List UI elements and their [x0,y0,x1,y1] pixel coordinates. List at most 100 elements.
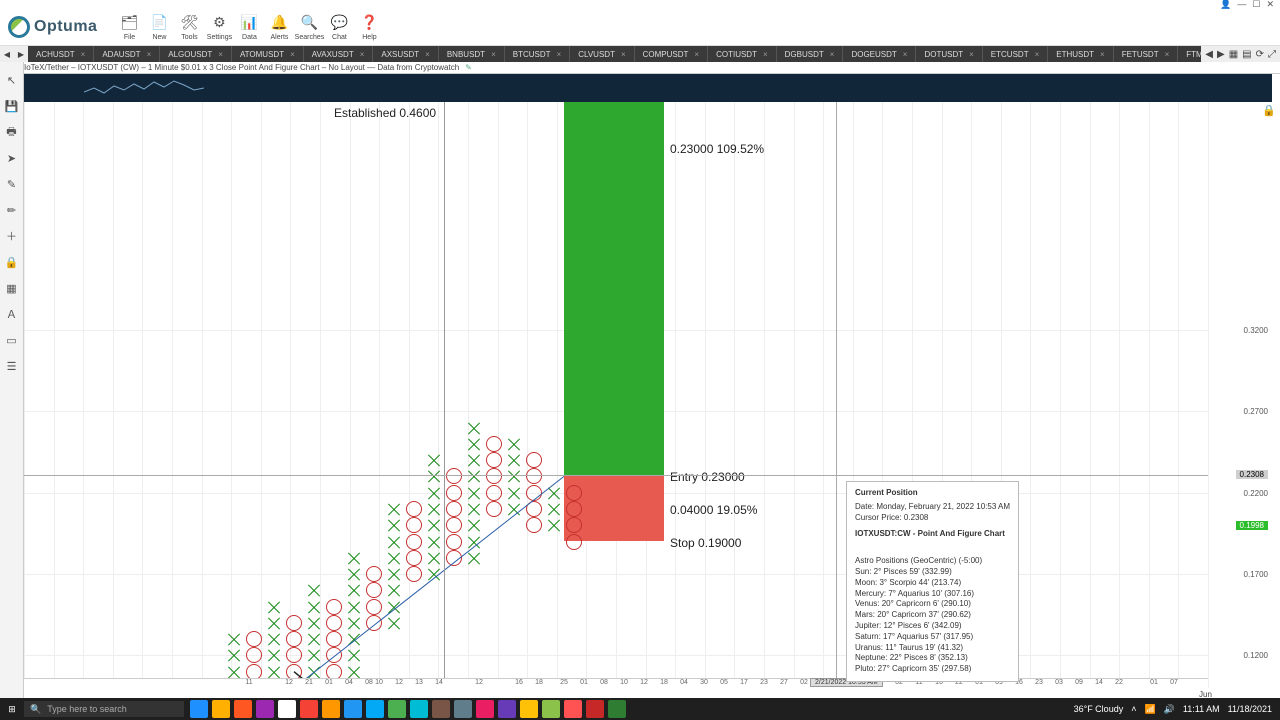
taskbar-app-14[interactable] [498,700,516,718]
tab-close-icon[interactable]: × [290,50,295,59]
clock-time[interactable]: 11:11 AM [1183,704,1220,714]
tab-close-icon[interactable]: × [360,50,365,59]
tab-close-icon[interactable]: × [903,50,908,59]
tab-close-icon[interactable]: × [1100,50,1105,59]
close-button[interactable]: ✕ [1266,0,1274,10]
tray-up-icon[interactable]: ˄ [1131,704,1136,714]
nav-fwd-icon[interactable]: ▶ [1217,49,1225,60]
tool-settings[interactable]: ⚙Settings [205,13,233,41]
pointer-tool-icon[interactable]: ➤ [4,150,20,166]
y-cursor-tag: 0.2308 [1236,470,1268,479]
tray-sound-icon[interactable]: 🔊 [1164,704,1175,715]
grid-tool-icon[interactable]: ▦ [4,280,20,296]
cursor-tool-icon[interactable]: ↖ [4,72,20,88]
maximize-button[interactable]: ☐ [1252,0,1260,10]
tab-ftmusdt[interactable]: FTMUSDT× [1178,46,1201,62]
chart-area[interactable]: Established 0.46000.23000 109.52%Entry 0… [24,102,1208,688]
taskbar-app-4[interactable] [278,700,296,718]
taskbar-app-6[interactable] [322,700,340,718]
tab-fetusdt[interactable]: FETUSDT× [1114,46,1179,62]
taskbar-app-3[interactable] [256,700,274,718]
tab-dgbusdt[interactable]: DGBUSDT× [777,46,844,62]
taskbar-app-9[interactable] [388,700,406,718]
tab-atomusdt[interactable]: ATOMUSDT× [232,46,304,62]
taskbar-app-7[interactable] [344,700,362,718]
tab-cotiusdt[interactable]: COTIUSDT× [708,46,777,62]
tab-dogeusdt[interactable]: DOGEUSDT× [843,46,916,62]
taskbar-app-19[interactable] [608,700,626,718]
tab-axsusdt[interactable]: AXSUSDT× [373,46,438,62]
tab-close-icon[interactable]: × [969,50,974,59]
taskbar-app-11[interactable] [432,700,450,718]
lock-tool-icon[interactable]: 🔒 [4,254,20,270]
tool-file[interactable]: 🗂File [115,13,143,41]
tab-close-icon[interactable]: × [425,50,430,59]
tab-close-icon[interactable]: × [218,50,223,59]
panel-tool-icon[interactable]: ▭ [4,332,20,348]
weather-widget[interactable]: 36°F Cloudy [1074,704,1124,714]
tab-close-icon[interactable]: × [147,50,152,59]
tab-label: DOTUSDT [924,50,963,59]
taskbar-app-1[interactable] [212,700,230,718]
tab-close-icon[interactable]: × [763,50,768,59]
taskbar-search[interactable]: 🔍 Type here to search [24,701,184,717]
tab-close-icon[interactable]: × [830,50,835,59]
tray-net-icon[interactable]: 📶 [1144,704,1155,715]
tool-new[interactable]: 📄New [145,13,173,41]
tool-help[interactable]: ❓Help [355,13,383,41]
expand-icon[interactable]: ⤢ [1268,49,1276,60]
grid-icon[interactable]: ▦ [1229,49,1238,60]
window-titlebar: 👤 — ☐ ✕ [0,0,1280,8]
grid2-icon[interactable]: ▤ [1242,49,1251,60]
tool-chat[interactable]: 💬Chat [325,13,353,41]
tab-achusdt[interactable]: ACHUSDT× [28,46,94,62]
tool-tools[interactable]: 🛠Tools [175,13,203,41]
tab-dotusdt[interactable]: DOTUSDT × [916,46,982,62]
taskbar-app-16[interactable] [542,700,560,718]
taskbar-app-15[interactable] [520,700,538,718]
taskbar-app-0[interactable] [190,700,208,718]
taskbar-app-5[interactable] [300,700,318,718]
tool-data[interactable]: 📊Data [235,13,263,41]
tab-close-icon[interactable]: × [81,50,86,59]
tab-btcusdt[interactable]: BTCUSDT× [505,46,570,62]
taskbar-app-18[interactable] [586,700,604,718]
text-tool-icon[interactable]: Ａ [4,306,20,322]
pen-tool-icon[interactable]: ✎ [4,176,20,192]
tab-close-icon[interactable]: × [557,50,562,59]
taskbar-app-2[interactable] [234,700,252,718]
save-tool-icon[interactable]: 💾 [4,98,20,114]
tab-clvusdt[interactable]: CLVUSDT× [570,46,634,62]
tab-close-icon[interactable]: × [621,50,626,59]
tab-bnbusdt[interactable]: BNBUSDT× [439,46,505,62]
start-button[interactable]: ⊞ [0,704,24,715]
taskbar-app-13[interactable] [476,700,494,718]
tab-nav-right[interactable]: ▶ [14,46,28,62]
list-tool-icon[interactable]: ☰ [4,358,20,374]
taskbar-app-8[interactable] [366,700,384,718]
taskbar-app-17[interactable] [564,700,582,718]
refresh-icon[interactable]: ⟳ [1256,49,1264,60]
tool-searches[interactable]: 🔍Searches [295,13,323,41]
edit-description-icon[interactable]: ✎ [465,63,472,72]
taskbar-app-12[interactable] [454,700,472,718]
tool-alerts[interactable]: 🔔Alerts [265,13,293,41]
taskbar-app-10[interactable] [410,700,428,718]
tab-ethusdt[interactable]: ETHUSDT× [1048,46,1113,62]
tab-adausdt[interactable]: ADAUSDT× [94,46,160,62]
tab-etcusdt[interactable]: ETCUSDT× [983,46,1048,62]
tab-compusdt[interactable]: COMPUSDT× [635,46,708,62]
tab-close-icon[interactable]: × [1035,50,1040,59]
nav-back-icon[interactable]: ◀ [1205,49,1213,60]
tab-nav-left[interactable]: ◀ [0,46,14,62]
minimize-button[interactable]: — [1237,0,1246,9]
add-tool-icon[interactable]: ＋ [4,228,20,244]
tab-algousdt[interactable]: ALGOUSDT× [160,46,232,62]
tab-close-icon[interactable]: × [694,50,699,59]
tab-avaxusdt[interactable]: AVAXUSDT× [304,46,374,62]
tab-close-icon[interactable]: × [491,50,496,59]
tab-close-icon[interactable]: × [1165,50,1170,59]
user-icon[interactable]: 👤 [1220,0,1231,10]
draw-tool-icon[interactable]: ✏ [4,202,20,218]
print-tool-icon[interactable]: 🖶 [4,124,20,140]
